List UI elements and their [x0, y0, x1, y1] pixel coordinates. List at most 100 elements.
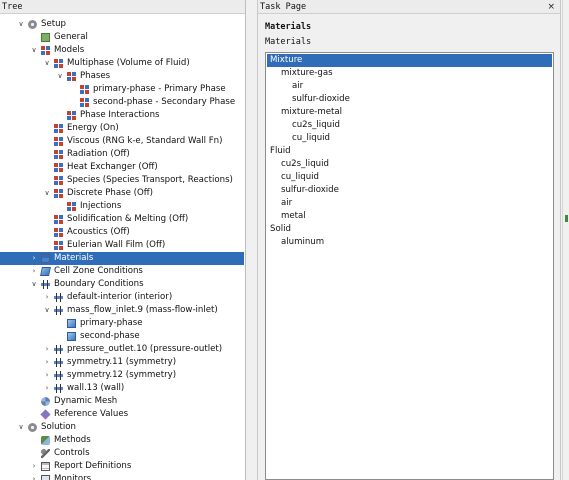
tree-item[interactable]: ∨ Boundary Conditions [0, 278, 244, 291]
tree-item[interactable]: Dynamic Mesh [0, 395, 244, 408]
chevron-right-icon[interactable]: › [42, 291, 52, 304]
tree-item[interactable]: second-phase [0, 330, 244, 343]
zone-icon [40, 267, 51, 276]
material-item[interactable]: cu2s_liquid [267, 158, 552, 171]
material-category[interactable]: Fluid [267, 145, 552, 158]
material-category[interactable]: Mixture [267, 54, 552, 67]
tree-item-label: Models [54, 45, 85, 55]
chevron-right-icon[interactable]: › [29, 265, 39, 278]
tree-item[interactable]: Energy (On) [0, 122, 244, 135]
materials-list[interactable]: Mixture mixture-gas air sulfur-dioxide mixtu… [265, 52, 554, 480]
chevron-down-icon[interactable]: ∨ [29, 278, 39, 291]
tree-item[interactable]: › default-interior (interior) [0, 291, 244, 304]
boundary-icon [41, 280, 50, 289]
task-page-header: Task Page [258, 0, 560, 14]
tree-item[interactable]: › symmetry.12 (symmetry) [0, 369, 244, 382]
model-icon [67, 111, 76, 120]
tree-item-label: Radiation (Off) [67, 149, 130, 159]
chevron-down-icon[interactable]: ∨ [55, 70, 65, 83]
model-icon [54, 228, 63, 237]
boundary-icon [54, 306, 63, 315]
material-item[interactable]: air [267, 80, 552, 93]
tree-pane: Tree ∨ Setup General ∨ Models ∨ Multiphase (Vo… [0, 0, 246, 480]
tree-item[interactable]: Acoustics (Off) [0, 226, 244, 239]
boundary-icon [54, 371, 63, 380]
chevron-right-icon[interactable]: › [42, 382, 52, 395]
material-item[interactable]: cu_liquid [267, 171, 552, 184]
chevron-right-icon[interactable]: › [42, 356, 52, 369]
tree-item[interactable]: ∨ mass_flow_inlet.9 (mass-flow-inlet) [0, 304, 244, 317]
material-item[interactable]: air [267, 197, 552, 210]
chevron-right-icon[interactable]: › [42, 369, 52, 382]
tree-item[interactable]: ∨ Phases [0, 70, 244, 83]
tree-item[interactable]: Solidification & Melting (Off) [0, 213, 244, 226]
materials-list-label: Materials [265, 37, 312, 47]
tree-item[interactable]: › pressure_outlet.10 (pressure-outlet) [0, 343, 244, 356]
tree-item-label: Heat Exchanger (Off) [67, 162, 158, 172]
tree-item[interactable]: Radiation (Off) [0, 148, 244, 161]
chevron-down-icon[interactable]: ∨ [42, 304, 52, 317]
gear-icon [28, 20, 37, 29]
tree-item-label: wall.13 (wall) [67, 383, 125, 393]
tree-item[interactable]: Eulerian Wall Film (Off) [0, 239, 244, 252]
tree-item[interactable]: Reference Values [0, 408, 244, 421]
mesh-icon [41, 397, 50, 406]
chevron-down-icon[interactable]: ∨ [29, 44, 39, 57]
material-item[interactable]: metal [267, 210, 552, 223]
tree-item-label: second-phase [80, 331, 140, 341]
chevron-down-icon[interactable]: ∨ [42, 187, 52, 200]
monitor-icon [41, 475, 50, 480]
material-category[interactable]: Solid [267, 223, 552, 236]
close-icon[interactable]: × [547, 0, 555, 14]
chevron-right-icon[interactable]: › [42, 343, 52, 356]
chevron-right-icon[interactable]: › [29, 460, 39, 473]
material-item[interactable]: cu2s_liquid [267, 119, 552, 132]
material-item[interactable]: sulfur-dioxide [267, 184, 552, 197]
chevron-right-icon[interactable]: › [29, 473, 39, 480]
tree-item[interactable]: Injections [0, 200, 244, 213]
tree-item[interactable]: ∨ Models [0, 44, 244, 57]
methods-icon [41, 436, 50, 445]
model-icon [54, 59, 63, 68]
tree-item[interactable]: Species (Species Transport, Reactions) [0, 174, 244, 187]
tree-item-label: second-phase - Secondary Phase [93, 97, 236, 107]
models-icon [41, 46, 50, 55]
material-item[interactable]: mixture-gas [267, 67, 552, 80]
tree-item[interactable]: second-phase - Secondary Phase [0, 96, 244, 109]
tree-item[interactable]: › Monitors [0, 473, 244, 480]
phase-icon [67, 319, 76, 328]
tree-item[interactable]: › Materials [0, 252, 244, 265]
tree-item[interactable]: Methods [0, 434, 244, 447]
material-item[interactable]: aluminum [267, 236, 552, 249]
tree-item[interactable]: Phase Interactions [0, 109, 244, 122]
tree-item[interactable]: › Cell Zone Conditions [0, 265, 244, 278]
tree-item[interactable]: ∨ Solution [0, 421, 244, 434]
material-item[interactable]: sulfur-dioxide [267, 93, 552, 106]
tree-item[interactable]: › symmetry.11 (symmetry) [0, 356, 244, 369]
report-icon [41, 462, 50, 471]
tree-item[interactable]: primary-phase [0, 317, 244, 330]
tree-item-label: Solution [41, 422, 77, 432]
tree-item-label: Eulerian Wall Film (Off) [67, 240, 166, 250]
chevron-down-icon[interactable]: ∨ [16, 421, 26, 434]
tree-item-label: Solidification & Melting (Off) [67, 214, 189, 224]
tree-item-label: Multiphase (Volume of Fluid) [67, 58, 190, 68]
tree-item[interactable]: › Report Definitions [0, 460, 244, 473]
tree-header: Tree [0, 0, 245, 14]
tree-item[interactable]: Heat Exchanger (Off) [0, 161, 244, 174]
tree-item[interactable]: General [0, 31, 244, 44]
tree-item[interactable]: › wall.13 (wall) [0, 382, 244, 395]
material-item[interactable]: cu_liquid [267, 132, 552, 145]
chevron-down-icon[interactable]: ∨ [42, 57, 52, 70]
tree-item[interactable]: Controls [0, 447, 244, 460]
tree-item[interactable]: ∨ Multiphase (Volume of Fluid) [0, 57, 244, 70]
tree-item[interactable]: Viscous (RNG k-e, Standard Wall Fn) [0, 135, 244, 148]
tree-item-label: Cell Zone Conditions [54, 266, 143, 276]
material-item[interactable]: mixture-metal [267, 106, 552, 119]
tree-item[interactable]: ∨ Setup [0, 18, 244, 31]
tree-item[interactable]: ∨ Discrete Phase (Off) [0, 187, 244, 200]
tree-item[interactable]: primary-phase - Primary Phase [0, 83, 244, 96]
chevron-right-icon[interactable]: › [29, 252, 39, 265]
chevron-down-icon[interactable]: ∨ [16, 18, 26, 31]
tree-item-label: General [54, 32, 88, 42]
